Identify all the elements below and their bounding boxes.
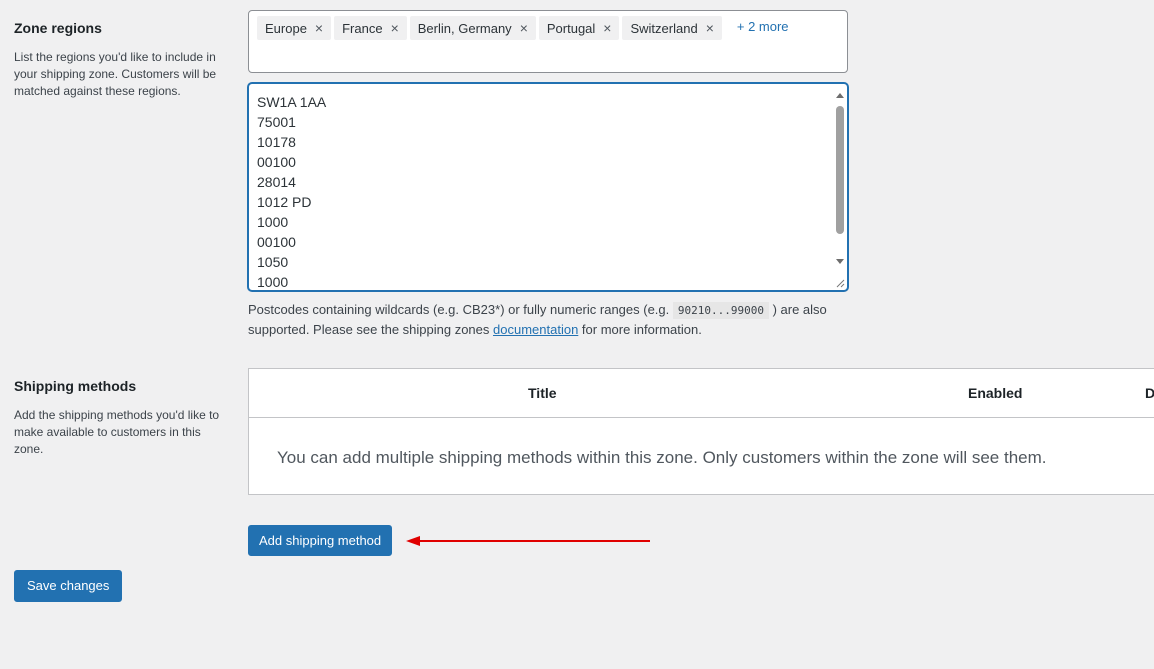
save-changes-button[interactable]: Save changes (14, 570, 123, 602)
region-tag: Switzerland × (622, 16, 722, 40)
postcode-line: 28014 (257, 174, 296, 190)
region-tag-label: Berlin, Germany (417, 20, 512, 36)
postcode-line: 00100 (257, 154, 296, 170)
postcode-line: 75001 (257, 114, 296, 130)
scroll-up-arrow-icon[interactable] (836, 93, 844, 98)
region-tag-label: Portugal (546, 20, 596, 36)
table-header: Title Enabled D (249, 369, 1154, 418)
annotation-arrow-icon (406, 536, 650, 546)
postcodes-textarea[interactable]: SW1A 1AA 75001 10178 00100 28014 1012 PD… (248, 83, 848, 291)
empty-methods-message: You can add multiple shipping methods wi… (277, 448, 1047, 467)
column-header-description: D (1145, 385, 1154, 401)
postcodes-help-text: Postcodes containing wildcards (e.g. CB2… (248, 300, 848, 339)
region-tag: Berlin, Germany × (409, 16, 536, 40)
postcode-line: 1000 (257, 274, 289, 290)
remove-tag-icon[interactable]: × (603, 20, 611, 36)
remove-tag-icon[interactable]: × (520, 20, 528, 36)
remove-tag-icon[interactable]: × (315, 20, 323, 36)
add-shipping-method-button[interactable]: Add shipping method (248, 525, 393, 556)
resize-grip-icon[interactable] (835, 278, 845, 288)
remove-tag-icon[interactable]: × (391, 20, 399, 36)
region-tag: France × (334, 16, 407, 40)
zone-regions-select[interactable]: Europe × France × Berlin, Germany × Portugal × S… (248, 10, 848, 73)
postcode-line: 10178 (257, 134, 296, 150)
region-tag-label: France (342, 20, 383, 36)
shipping-methods-title: Shipping methods (14, 378, 137, 394)
postcode-lines: SW1A 1AA 75001 10178 00100 28014 1012 PD… (257, 92, 327, 290)
column-header-title: Title (528, 385, 557, 401)
textarea-scrollbar[interactable] (833, 84, 847, 274)
remove-tag-icon[interactable]: × (706, 20, 714, 36)
column-header-enabled: Enabled (968, 385, 1023, 401)
postcode-line: 1012 PD (257, 194, 312, 210)
region-tag: Portugal × (538, 16, 620, 40)
zone-regions-title: Zone regions (14, 20, 102, 36)
region-tag: Europe × (257, 16, 332, 40)
help-text-part: Postcodes containing wildcards (e.g. CB2… (248, 302, 673, 317)
postcode-line: 00100 (257, 234, 296, 250)
help-text-part: for more information. (578, 322, 702, 337)
shipping-methods-table: Title Enabled D You can add multiple shi… (248, 368, 1154, 495)
postcode-line: 1000 (257, 214, 289, 230)
postcode-line: 1050 (257, 254, 289, 270)
range-example-code: 90210...99000 (672, 302, 769, 319)
more-regions-link[interactable]: + 2 more (737, 16, 789, 40)
postcode-line: SW1A 1AA (257, 94, 327, 110)
documentation-link[interactable]: documentation (493, 322, 578, 337)
region-tag-label: Europe (265, 20, 307, 36)
zone-regions-description: List the regions you'd like to include i… (14, 50, 217, 98)
scroll-down-arrow-icon[interactable] (836, 259, 844, 264)
scrollbar-thumb[interactable] (836, 106, 844, 234)
shipping-methods-description: Add the shipping methods you'd like to m… (14, 408, 220, 456)
region-tag-label: Switzerland (630, 20, 698, 36)
